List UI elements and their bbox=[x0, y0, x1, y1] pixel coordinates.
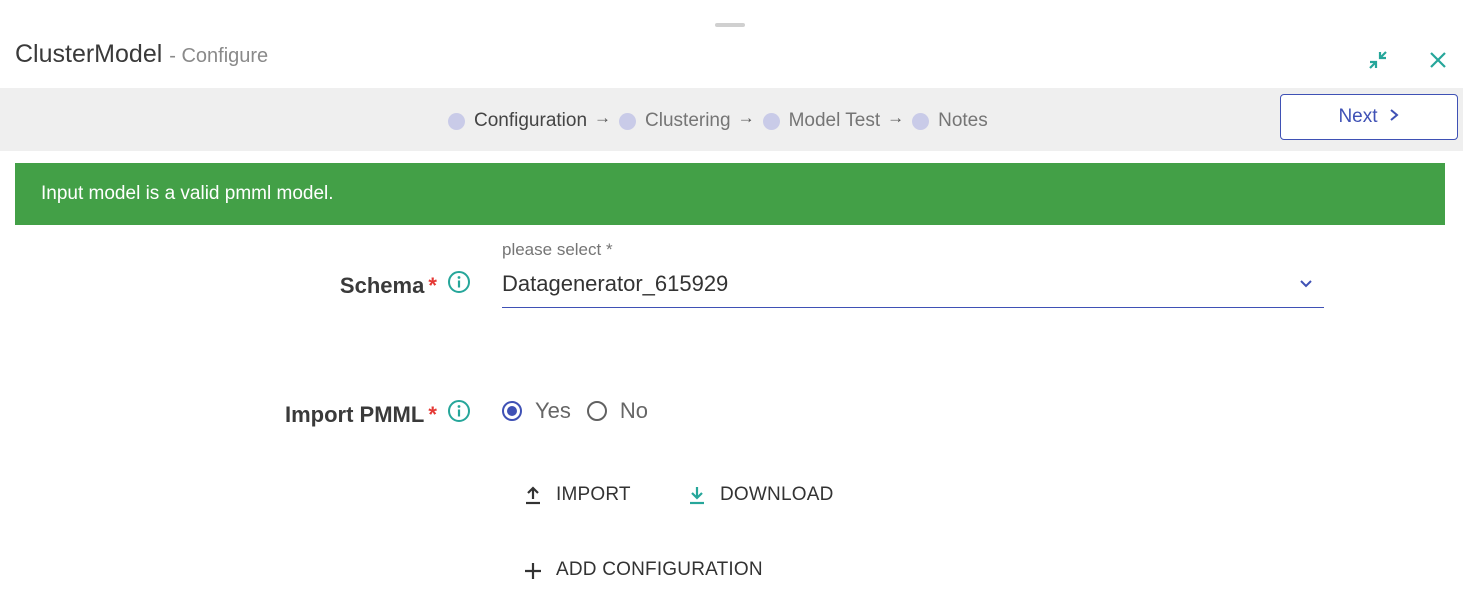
step-notes[interactable]: Notes bbox=[912, 110, 988, 132]
step-label: Notes bbox=[938, 110, 988, 131]
step-dot-icon bbox=[619, 112, 637, 130]
step-dot-icon bbox=[448, 112, 465, 130]
chevron-right-icon bbox=[1388, 106, 1400, 128]
required-marker: * bbox=[428, 401, 437, 427]
success-alert: Input model is a valid pmml model. bbox=[15, 163, 1445, 225]
close-icon bbox=[1430, 52, 1446, 68]
download-button-label: DOWNLOAD bbox=[720, 484, 834, 505]
download-icon bbox=[690, 487, 704, 505]
page-subtitle: - Configure bbox=[169, 45, 269, 67]
minimize-button[interactable] bbox=[1366, 48, 1390, 72]
close-button[interactable] bbox=[1426, 48, 1450, 72]
next-button[interactable]: Next bbox=[1280, 94, 1458, 140]
info-icon[interactable] bbox=[447, 270, 471, 300]
step-label: Model Test bbox=[788, 110, 881, 131]
plus-icon bbox=[525, 563, 541, 579]
add-configuration-label: ADD CONFIGURATION bbox=[556, 559, 763, 580]
schema-select[interactable]: Datagenerator_615929 bbox=[502, 268, 1324, 308]
schema-label-text: Schema bbox=[339, 272, 425, 298]
step-arrow-icon: → bbox=[737, 108, 755, 127]
radio-no[interactable]: No bbox=[586, 398, 649, 424]
next-button-label: Next bbox=[1338, 106, 1378, 127]
radio-no-label: No bbox=[619, 398, 649, 423]
radio-checked-icon bbox=[502, 401, 522, 421]
step-arrow-icon: → bbox=[887, 108, 905, 127]
upload-icon bbox=[526, 486, 540, 505]
schema-select-value: Datagenerator_615929 bbox=[502, 271, 729, 296]
step-clustering[interactable]: Clustering bbox=[619, 110, 731, 132]
stepper: Configuration → Clustering → Model Test … bbox=[448, 108, 988, 132]
step-model-test[interactable]: Model Test bbox=[762, 110, 881, 132]
info-icon[interactable] bbox=[447, 399, 471, 429]
chevron-down-icon bbox=[1298, 276, 1314, 297]
step-label: Clustering bbox=[645, 110, 731, 131]
download-button[interactable]: DOWNLOAD bbox=[688, 484, 834, 506]
collapse-arrows-icon bbox=[1369, 51, 1387, 69]
required-marker: * bbox=[428, 272, 437, 298]
step-arrow-icon: → bbox=[594, 108, 612, 127]
import-pmml-radio-group: Yes No bbox=[502, 398, 664, 424]
schema-label: Schema * bbox=[339, 270, 471, 302]
import-button[interactable]: IMPORT bbox=[524, 484, 631, 506]
drag-handle[interactable] bbox=[715, 23, 745, 27]
page-title-main: ClusterModel bbox=[15, 40, 163, 68]
import-pmml-label: Import PMML * bbox=[284, 399, 471, 431]
stepper-bar: Configuration → Clustering → Model Test … bbox=[0, 88, 1463, 151]
radio-yes[interactable]: Yes bbox=[502, 398, 571, 424]
radio-unchecked-icon bbox=[586, 401, 607, 421]
step-label: Configuration bbox=[474, 110, 588, 131]
add-configuration-button[interactable]: ADD CONFIGURATION bbox=[524, 559, 763, 581]
step-dot-icon bbox=[912, 112, 930, 130]
schema-select-caption: please select * bbox=[502, 240, 613, 259]
import-button-label: IMPORT bbox=[556, 484, 631, 505]
radio-yes-label: Yes bbox=[535, 398, 571, 423]
step-configuration[interactable]: Configuration bbox=[448, 110, 587, 132]
page-title: ClusterModel - Configure bbox=[15, 40, 268, 69]
alert-message: Input model is a valid pmml model. bbox=[41, 183, 334, 204]
import-pmml-label-text: Import PMML bbox=[284, 401, 425, 427]
step-dot-icon bbox=[762, 112, 780, 130]
